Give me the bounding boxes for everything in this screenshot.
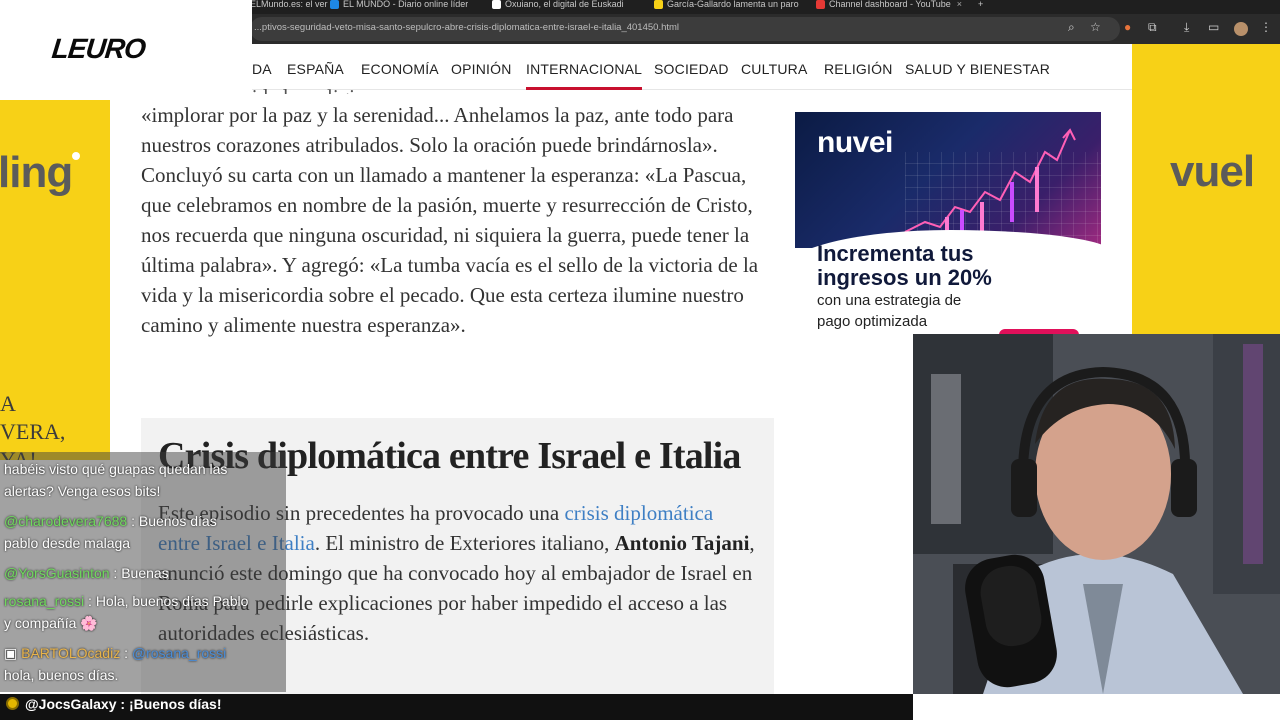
browser-tab[interactable]: ELMundo.es: el ver× — [250, 0, 339, 14]
chat-username[interactable]: @YorsGuasinton — [4, 565, 110, 581]
nav-item-opinion[interactable]: OPINIÓN — [451, 61, 512, 77]
webcam-image — [913, 334, 1280, 694]
tab-favicon-icon — [330, 0, 339, 9]
article-body: de las comunidades religiosas, propuso u… — [141, 85, 781, 340]
chat-username[interactable]: rosana_rossi — [4, 593, 84, 609]
article-paragraph: «implorar por la paz y la serenidad... A… — [141, 103, 759, 337]
url-text[interactable]: ...ptivos-seguridad-veto-misa-santo-sepu… — [254, 22, 679, 33]
minister-name: Antonio Tajani — [614, 531, 750, 555]
chat-username[interactable]: @JocsGalaxy — [25, 696, 117, 712]
webcam-feed — [913, 334, 1280, 694]
chat-message: habéis visto qué guapas quedan las alert… — [4, 461, 228, 499]
screen: ELMundo.es: el ver× EL MUNDO - Diario on… — [0, 0, 1280, 720]
chat-username[interactable]: BARTOLOcadiz — [21, 645, 120, 661]
browser-tab[interactable]: Oxuiano, el digital de Euskadi — [492, 0, 624, 14]
chat-message: @JocsGalaxy : ¡Buenos días! — [6, 696, 222, 712]
profile-avatar-icon[interactable] — [1234, 22, 1248, 36]
nav-item-internacional[interactable]: INTERNACIONAL — [526, 61, 643, 90]
browser-tab[interactable]: EL MUNDO - Diario online líder — [330, 0, 468, 14]
bookmark-star-icon[interactable]: ☆ — [1090, 20, 1101, 34]
chat-message: ▣ BARTOLOcadiz : @rosana_rossi hola, bue… — [4, 645, 227, 683]
ad-logo: nuvei — [817, 126, 893, 159]
nav-item-espana[interactable]: ESPAÑA — [287, 61, 344, 77]
coin-icon — [6, 697, 19, 710]
chat-overlay: habéis visto qué guapas quedan las alert… — [0, 452, 286, 692]
stream-logo-panel: LEURO — [0, 0, 252, 100]
ad-brand-right: vuel — [1170, 147, 1255, 196]
bottom-chat-bar: @JocsGalaxy : ¡Buenos días! — [0, 694, 913, 720]
nav-item-salud[interactable]: SALUD Y BIENESTAR — [905, 61, 1050, 77]
chat-mention[interactable]: @rosana_rossi — [132, 645, 226, 661]
nav-item-economia[interactable]: ECONOMÍA — [361, 61, 439, 77]
tab-favicon-icon — [654, 0, 663, 9]
menu-dots-icon[interactable]: ⋮ — [1260, 20, 1272, 34]
nav-item-sociedad[interactable]: SOCIEDAD — [654, 61, 729, 77]
left-skin-ad[interactable]: ling A VERA, YA! — [0, 100, 110, 460]
extension-icon[interactable]: ● — [1124, 20, 1131, 34]
ad-tagline: A VERA, YA! — [0, 391, 66, 460]
nav-item-cultura[interactable]: CULTURA — [741, 61, 807, 77]
ad-headline: Incrementa tus ingresos un 20% — [817, 241, 992, 290]
zoom-icon[interactable]: ⌕ — [1068, 20, 1075, 34]
nav-item-religion[interactable]: RELIGIÓN — [824, 61, 893, 77]
side-panel-icon[interactable]: ▭ — [1208, 20, 1219, 34]
ad-brand-left: ling — [0, 148, 80, 198]
right-skin-ad[interactable]: vuel — [1132, 44, 1280, 336]
chat-username[interactable]: @charodevera7688 — [4, 513, 127, 529]
extensions-puzzle-icon[interactable]: ⧉ — [1148, 20, 1157, 34]
chat-message: rosana_rossi : Hola, buenos días Pablo y… — [4, 593, 249, 631]
chat-message: @charodevera7688 : Buenos días pablo des… — [4, 513, 217, 551]
download-icon[interactable]: ⤓ — [1184, 20, 1189, 34]
tab-favicon-icon — [492, 0, 501, 9]
tab-favicon-icon — [816, 0, 825, 9]
browser-tab[interactable]: García-Gallardo lamenta un paro — [654, 0, 799, 14]
ad-image: nuvei — [795, 112, 1101, 270]
chat-message: @YorsGuasinton : Buenas — [4, 565, 169, 581]
chat-badge-icon: ▣ — [4, 645, 22, 661]
browser-tab[interactable]: Channel dashboard - YouTube × — [816, 0, 962, 14]
nav-item[interactable]: DA — [252, 61, 272, 77]
new-tab-button[interactable]: + — [978, 0, 983, 14]
channel-logo: LEURO — [50, 33, 147, 64]
display-ad[interactable]: nuvei Incrementa tus ingresos un 20% con… — [795, 112, 1101, 368]
close-tab-icon[interactable]: × — [957, 0, 962, 9]
ad-subtext: con una estrategia de pago optimizada — [817, 292, 962, 330]
